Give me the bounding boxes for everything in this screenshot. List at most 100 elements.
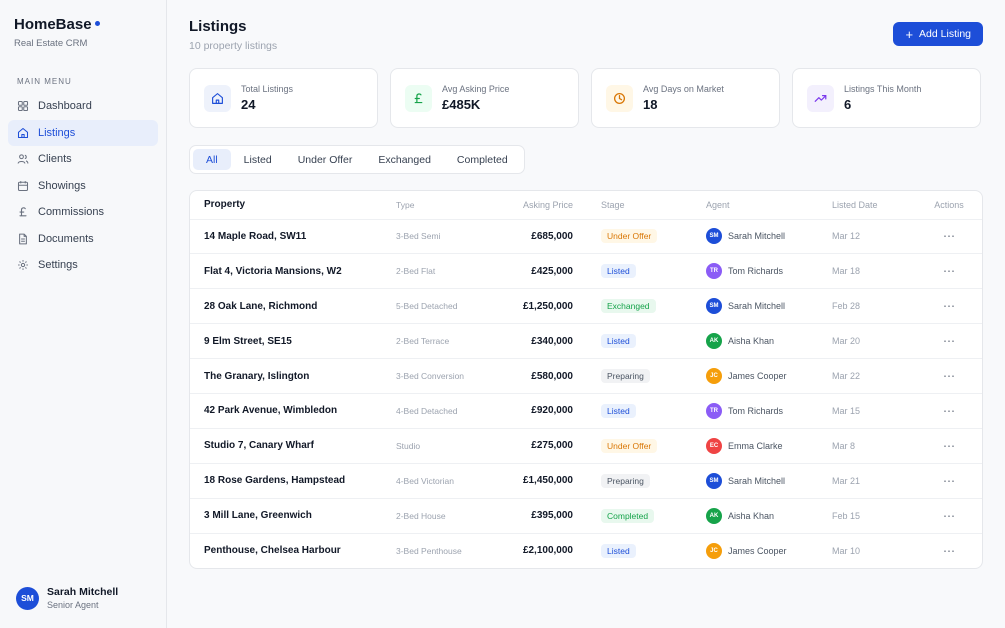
user-name: Sarah Mitchell — [47, 586, 119, 598]
tab-exchanged[interactable]: Exchanged — [365, 149, 444, 170]
property-name[interactable]: 18 Rose Gardens, Hampstead — [190, 463, 382, 499]
brand-logo[interactable]: HomeBase — [14, 16, 152, 33]
sidebar-item-clients[interactable]: Clients — [8, 146, 158, 172]
more-actions-icon[interactable]: ⋯ — [943, 509, 955, 523]
property-name[interactable]: Flat 4, Victoria Mansions, W2 — [190, 253, 382, 290]
agent-cell: AK Aisha Khan — [692, 323, 818, 360]
sidebar-item-label: Settings — [38, 259, 78, 271]
grid-icon — [17, 100, 29, 112]
table-row[interactable]: Studio 7, Canary Wharf Studio £275,000 Unde… — [190, 428, 982, 464]
agent-name: James Cooper — [728, 545, 787, 556]
sidebar-item-documents[interactable]: Documents — [8, 226, 158, 252]
property-type: 3-Bed Semi — [382, 219, 502, 255]
table-row[interactable]: 42 Park Avenue, Wimbledon 4-Bed Detached £… — [190, 393, 982, 429]
status-badge: Listed — [601, 264, 636, 279]
agent-avatar: TR — [706, 402, 722, 419]
trend-up-icon — [807, 84, 834, 112]
column-header-price[interactable]: Asking Price — [502, 191, 587, 220]
stat-label: Avg Days on Market — [643, 84, 724, 94]
tab-completed[interactable]: Completed — [444, 149, 521, 170]
agent-avatar: JC — [706, 542, 722, 559]
property-name[interactable]: The Granary, Islington — [190, 358, 382, 394]
column-header-property[interactable]: Property — [190, 191, 382, 220]
tab-listed[interactable]: Listed — [231, 149, 285, 170]
status-badge: Under Offer — [601, 438, 658, 453]
property-name[interactable]: 9 Elm Street, SE15 — [190, 323, 382, 360]
stats-row: Total Listings 24 Avg Asking Price £485K Avg… — [189, 68, 983, 128]
user-profile[interactable]: SM Sarah Mitchell Senior Agent — [16, 586, 118, 610]
actions-cell: ⋯ — [908, 323, 982, 360]
column-header-date[interactable]: Listed Date — [818, 191, 908, 220]
stage-cell: Preparing — [587, 358, 692, 394]
more-actions-icon[interactable]: ⋯ — [943, 544, 955, 558]
table-row[interactable]: The Granary, Islington 3-Bed Conversion £5… — [190, 358, 982, 394]
brand-subtitle: Real Estate CRM — [14, 38, 88, 49]
sidebar-item-listings[interactable]: Listings — [8, 119, 158, 146]
stat-label: Total Listings — [241, 84, 294, 94]
property-name[interactable]: Studio 7, Canary Wharf — [190, 428, 382, 464]
stage-cell: Under Offer — [587, 428, 692, 464]
more-actions-icon[interactable]: ⋯ — [943, 369, 955, 383]
listed-date: Mar 18 — [818, 253, 908, 290]
sidebar-item-commissions[interactable]: Commissions — [8, 199, 158, 225]
column-header-stage[interactable]: Stage — [587, 191, 692, 220]
listed-date: Mar 12 — [818, 219, 908, 255]
table-row[interactable]: 9 Elm Street, SE15 2-Bed Terrace £340,000 L… — [190, 323, 982, 360]
table-row[interactable]: Flat 4, Victoria Mansions, W2 2-Bed Flat £… — [190, 253, 982, 290]
add-listing-button[interactable]: + Add Listing — [893, 22, 983, 46]
property-name[interactable]: Penthouse, Chelsea Harbour — [190, 533, 382, 568]
sidebar-item-showings[interactable]: Showings — [8, 173, 158, 199]
document-icon — [17, 233, 29, 245]
asking-price: £275,000 — [502, 428, 587, 464]
more-actions-icon[interactable]: ⋯ — [943, 229, 955, 243]
property-name[interactable]: 42 Park Avenue, Wimbledon — [190, 393, 382, 429]
sidebar-item-dashboard[interactable]: Dashboard — [8, 93, 158, 119]
agent-avatar: JC — [706, 368, 722, 384]
agent-avatar: SM — [706, 472, 722, 489]
table-row[interactable]: 18 Rose Gardens, Hampstead 4-Bed Victoria… — [190, 463, 982, 499]
table-row[interactable]: 28 Oak Lane, Richmond 5-Bed Detached £1,25… — [190, 288, 982, 325]
property-name[interactable]: 14 Maple Road, SW11 — [190, 219, 382, 255]
agent-avatar: AK — [706, 507, 722, 524]
table-row[interactable]: 3 Mill Lane, Greenwich 2-Bed House £395,00… — [190, 498, 982, 534]
agent-name: Tom Richards — [728, 405, 784, 416]
property-name[interactable]: 3 Mill Lane, Greenwich — [190, 498, 382, 534]
asking-price: £340,000 — [502, 323, 587, 360]
agent-avatar: EC — [706, 437, 722, 454]
column-header-type[interactable]: Type — [382, 191, 502, 220]
stat-value: 24 — [241, 97, 256, 112]
tab-under-offer[interactable]: Under Offer — [285, 149, 366, 170]
stat-label: Avg Asking Price — [442, 84, 510, 94]
users-icon — [17, 153, 29, 165]
agent-name: Emma Clarke — [728, 440, 783, 451]
sidebar-item-label: Clients — [38, 153, 72, 165]
sidebar-item-settings[interactable]: Settings — [8, 252, 158, 278]
status-badge: Listed — [601, 543, 636, 558]
stage-cell: Listed — [587, 533, 692, 568]
table-row[interactable]: 14 Maple Road, SW11 3-Bed Semi £685,000 Und… — [190, 219, 982, 255]
listings-table: Property Type Asking Price Stage Agent L… — [189, 190, 983, 569]
more-actions-icon[interactable]: ⋯ — [943, 404, 955, 418]
more-actions-icon[interactable]: ⋯ — [943, 474, 955, 488]
actions-cell: ⋯ — [908, 428, 982, 464]
table-header-row: Property Type Asking Price Stage Agent L… — [190, 191, 982, 220]
stat-card-total-listings: Total Listings 24 — [189, 68, 378, 128]
table-row[interactable]: Penthouse, Chelsea Harbour 3-Bed Penthous… — [190, 533, 982, 568]
listed-date: Mar 10 — [832, 545, 861, 556]
sidebar-item-label: Showings — [38, 179, 86, 192]
more-actions-icon[interactable]: ⋯ — [943, 299, 955, 313]
property-name[interactable]: 28 Oak Lane, Richmond — [190, 288, 382, 325]
more-actions-icon[interactable]: ⋯ — [943, 334, 955, 348]
actions-cell: ⋯ — [908, 219, 982, 255]
tab-all[interactable]: All — [193, 149, 231, 170]
column-header-agent[interactable]: Agent — [692, 191, 818, 220]
listed-date: Mar 15 — [818, 393, 908, 429]
property-type: Studio — [382, 428, 502, 464]
status-badge: Exchanged — [601, 299, 656, 314]
more-actions-icon[interactable]: ⋯ — [943, 264, 955, 278]
actions-cell: ⋯ — [908, 393, 982, 429]
more-actions-icon[interactable]: ⋯ — [943, 439, 955, 453]
agent-name: James Cooper — [728, 371, 787, 381]
sidebar-item-label: Dashboard — [38, 100, 92, 112]
property-type: 2-Bed Terrace — [382, 323, 502, 360]
